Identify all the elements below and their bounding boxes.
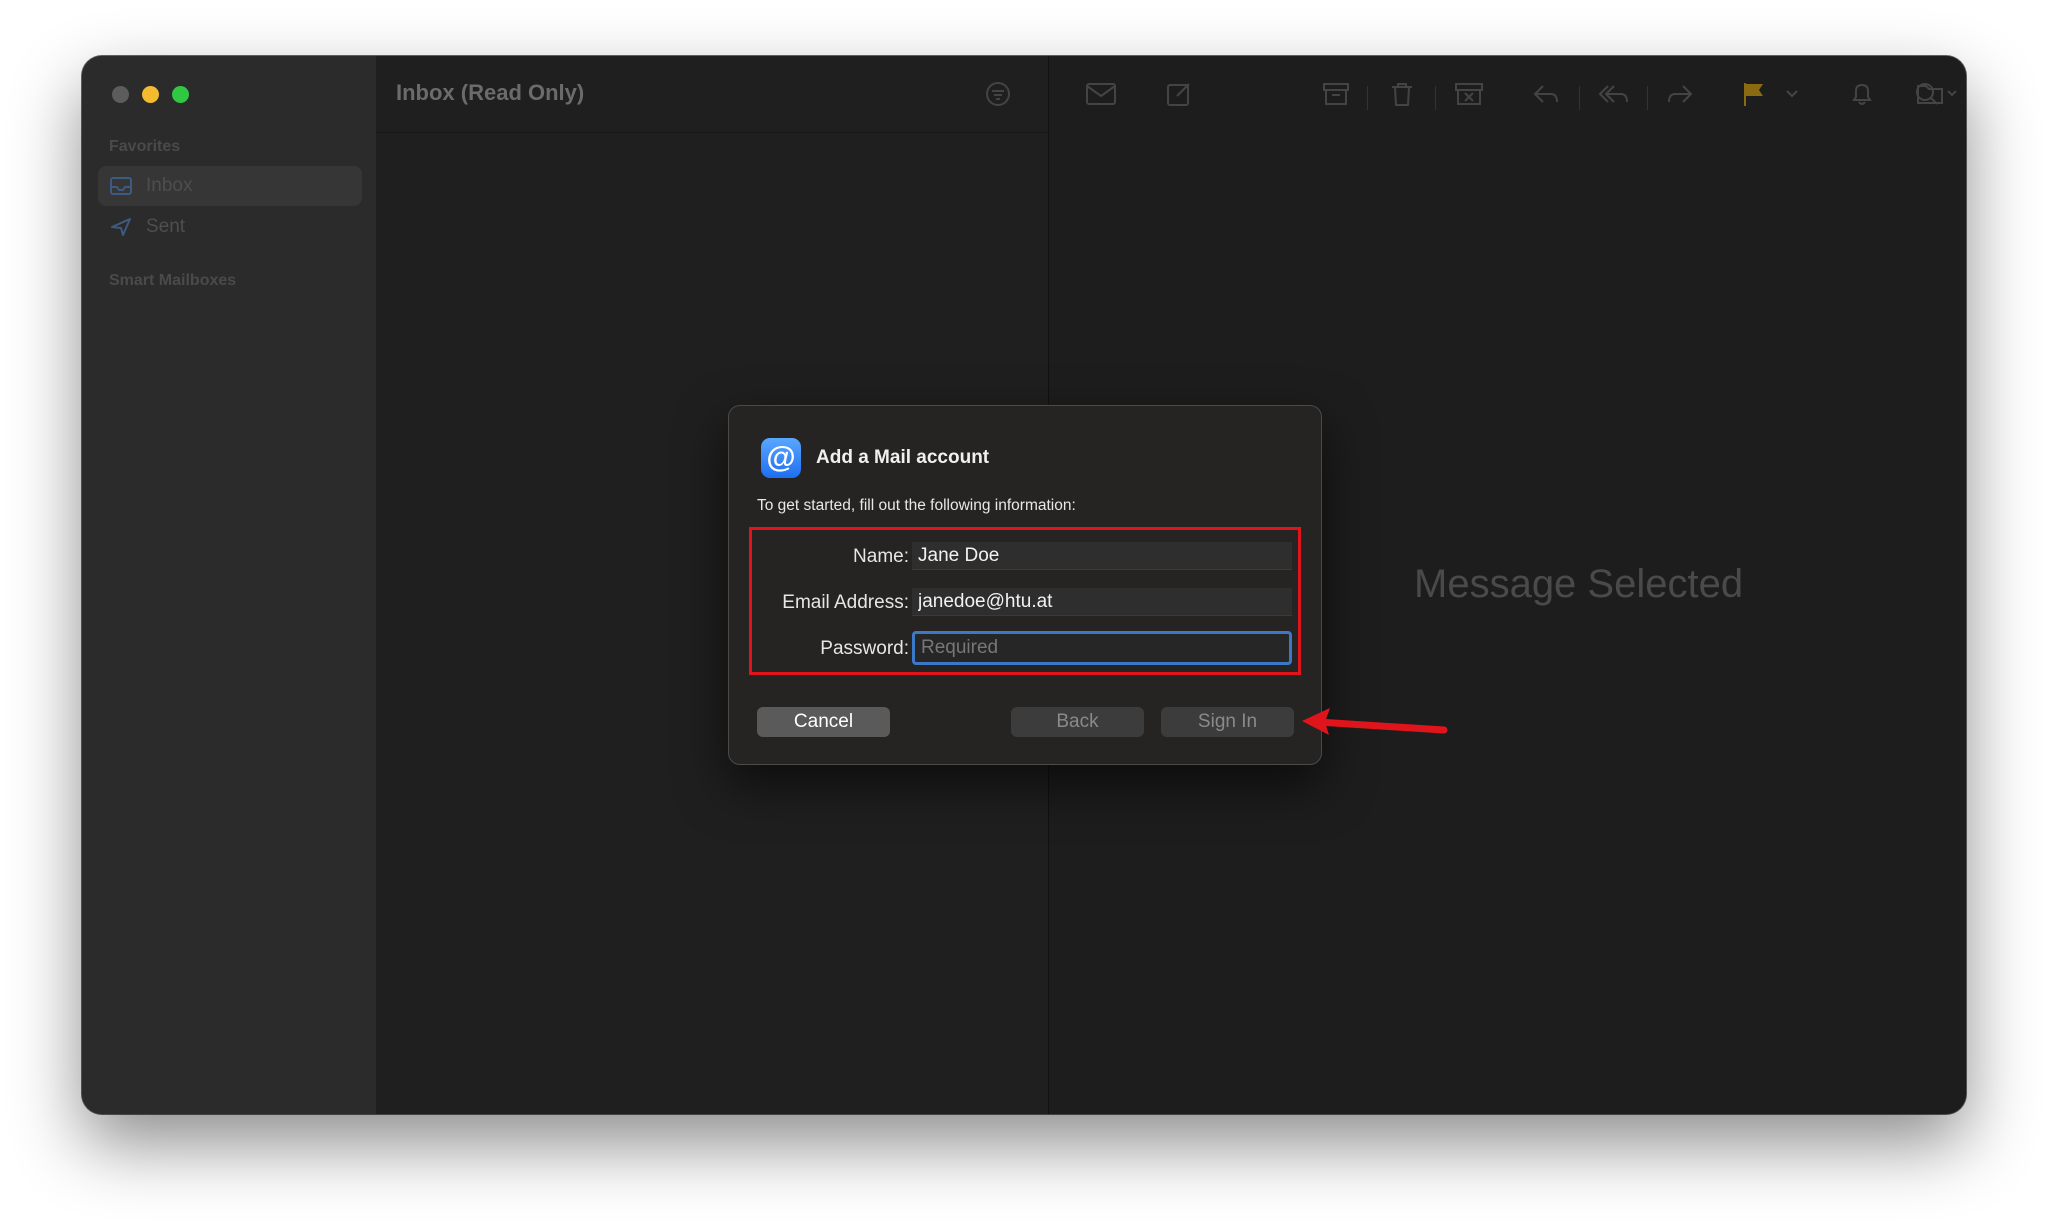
favorites-heading: Favorites	[109, 138, 181, 155]
password-field[interactable]	[912, 631, 1292, 665]
chevron-down-icon[interactable]	[1785, 80, 1799, 113]
window-controls	[112, 86, 189, 103]
dialog-subtitle: To get started, fill out the following i…	[757, 497, 1076, 514]
sidebar-item-label: Inbox	[146, 175, 193, 196]
email-field[interactable]	[912, 588, 1292, 616]
sidebar-item-sent[interactable]: Sent	[98, 207, 362, 247]
junk-icon[interactable]	[1453, 80, 1485, 113]
name-label: Name:	[853, 546, 909, 567]
back-button[interactable]: Back	[1011, 707, 1144, 737]
envelope-icon[interactable]	[1085, 80, 1117, 113]
close-window-button[interactable]	[112, 86, 129, 103]
dialog-title: Add a Mail account	[816, 447, 990, 468]
sidebar-item-inbox[interactable]: Inbox	[98, 166, 362, 206]
maximize-window-button[interactable]	[172, 86, 189, 103]
minimize-window-button[interactable]	[142, 86, 159, 103]
archive-icon[interactable]	[1321, 80, 1351, 113]
name-field[interactable]	[912, 542, 1292, 570]
toolbar-divider	[376, 132, 1048, 133]
paperplane-icon	[108, 216, 134, 238]
search-icon[interactable]	[1914, 80, 1940, 113]
trash-icon[interactable]	[1389, 80, 1415, 113]
reply-icon[interactable]	[1531, 80, 1561, 113]
mail-at-icon: @	[761, 438, 801, 478]
smart-mailboxes-heading: Smart Mailboxes	[109, 272, 237, 289]
no-message-selected-label: Message Selected	[1414, 562, 1744, 606]
compose-icon[interactable]	[1165, 80, 1193, 113]
sidebar: Favorites Inbox Sent Smart Mailboxes	[82, 56, 376, 1114]
flag-icon[interactable]	[1741, 80, 1767, 113]
sign-in-button[interactable]: Sign In	[1161, 707, 1294, 737]
cancel-button[interactable]: Cancel	[757, 707, 890, 737]
annotation-arrow	[1302, 708, 1448, 735]
toolbar-separator	[1367, 86, 1368, 110]
toolbar-separator	[1647, 86, 1648, 110]
password-label: Password:	[820, 638, 909, 659]
filter-icon[interactable]	[984, 80, 1012, 113]
toolbar	[1049, 56, 1966, 132]
reply-all-icon[interactable]	[1597, 80, 1631, 113]
toolbar-separator	[1435, 86, 1436, 110]
page-title: Inbox (Read Only)	[396, 80, 585, 105]
bell-icon[interactable]	[1849, 80, 1875, 113]
toolbar-separator	[1579, 86, 1580, 110]
inbox-icon	[108, 175, 134, 197]
sidebar-item-label: Sent	[146, 216, 186, 237]
email-label: Email Address:	[782, 592, 909, 613]
forward-icon[interactable]	[1665, 80, 1695, 113]
add-mail-account-dialog: @ Add a Mail account To get started, fil…	[728, 405, 1322, 765]
